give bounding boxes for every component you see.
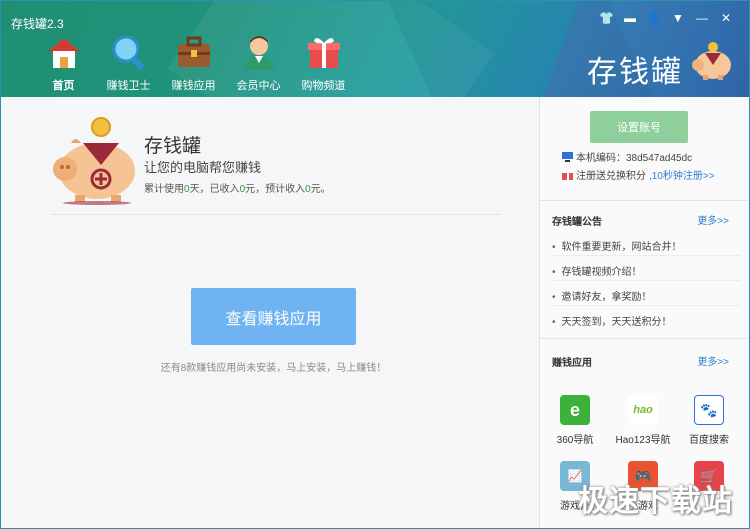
hero-subtitle: 让您的电脑帮您赚钱 <box>144 160 262 175</box>
minimize-button[interactable]: — <box>695 11 709 25</box>
brand-title: 存钱罐 <box>587 56 683 89</box>
notice-more-link[interactable]: 更多>> <box>697 212 729 227</box>
house-icon <box>48 38 80 68</box>
skin-icon[interactable]: 👕 <box>599 11 614 25</box>
app-360-nav[interactable]: e 360导航 <box>540 395 610 446</box>
notice-item[interactable]: 存钱罐视频介绍！ <box>552 263 642 278</box>
set-account-button[interactable]: 设置账号 <box>590 111 688 143</box>
e-browser-icon: e <box>560 395 590 425</box>
nav-item-shopping[interactable]: 购物频道 <box>291 29 356 97</box>
machine-code: 本机编码：38d547ad45dc <box>562 149 692 164</box>
message-icon[interactable]: ▬ <box>623 11 637 25</box>
apps-title: 赚钱应用 <box>552 358 592 369</box>
header-bar: 存钱罐2.3 👕 ▬ 👤 ▼ — ✕ 首页 赚钱卫士 赚钱应用 会员中心 购物频… <box>1 1 749 97</box>
notice-item[interactable]: 软件重要更新，网站合并！ <box>552 238 682 253</box>
baidu-paw-icon: 🐾 <box>694 395 724 425</box>
sidebar: 设置账号 本机编码：38d547ad45dc 注册送兑换积分 ,10秒钟注册>> … <box>539 97 749 528</box>
watermark: 极速下载站 <box>578 485 733 518</box>
giftbox-icon <box>308 37 340 68</box>
notice-item[interactable]: 邀请好友，拿奖励！ <box>552 288 652 303</box>
nav-item-guard[interactable]: 赚钱卫士 <box>96 29 161 97</box>
notice-title: 存钱罐公告 <box>552 217 602 228</box>
main-nav: 首页 赚钱卫士 赚钱应用 会员中心 购物频道 <box>31 29 356 97</box>
view-apps-button[interactable]: 查看赚钱应用 <box>191 288 356 345</box>
piggy-bank-illustration <box>53 117 135 205</box>
hao123-icon: hao <box>628 395 658 425</box>
person-icon <box>244 36 274 70</box>
nav-item-member[interactable]: 会员中心 <box>226 29 291 97</box>
nav-item-home[interactable]: 首页 <box>31 29 96 97</box>
register-link[interactable]: ,10秒钟注册>> <box>649 167 715 182</box>
app-window: 存钱罐2.3 👕 ▬ 👤 ▼ — ✕ 首页 赚钱卫士 赚钱应用 会员中心 购物频… <box>0 0 750 529</box>
hero-title: 存钱罐 <box>144 136 202 157</box>
piggy-bank-logo <box>692 42 731 80</box>
app-hao123[interactable]: hao Hao123导航 <box>608 395 678 446</box>
briefcase-icon <box>178 36 210 67</box>
close-button[interactable]: ✕ <box>719 11 733 25</box>
main-panel: 存钱罐 让您的电脑帮您赚钱 累计使用0天，已收入0元，预计收入0元。 查看赚钱应… <box>1 97 539 528</box>
notice-item[interactable]: 天天签到，天天送积分！ <box>552 313 672 328</box>
nav-item-apps[interactable]: 赚钱应用 <box>161 29 226 97</box>
magnifier-icon <box>112 35 145 71</box>
gift-icon <box>562 169 573 180</box>
install-hint: 还有8款赚钱应用尚未安装，马上安装，马上赚钱！ <box>160 363 387 374</box>
window-controls: 👕 ▬ 👤 ▼ — ✕ <box>599 11 733 25</box>
user-icon[interactable]: 👤 <box>647 11 662 25</box>
usage-stats: 累计使用0天，已收入0元，预计收入0元。 <box>144 184 331 195</box>
monitor-icon <box>562 151 573 162</box>
app-baidu[interactable]: 🐾 百度搜索 <box>674 395 744 446</box>
menu-icon[interactable]: ▼ <box>671 11 685 25</box>
apps-more-link[interactable]: 更多>> <box>697 353 729 368</box>
register-promo: 注册送兑换积分 ,10秒钟注册>> <box>562 167 715 182</box>
divider <box>51 214 501 215</box>
